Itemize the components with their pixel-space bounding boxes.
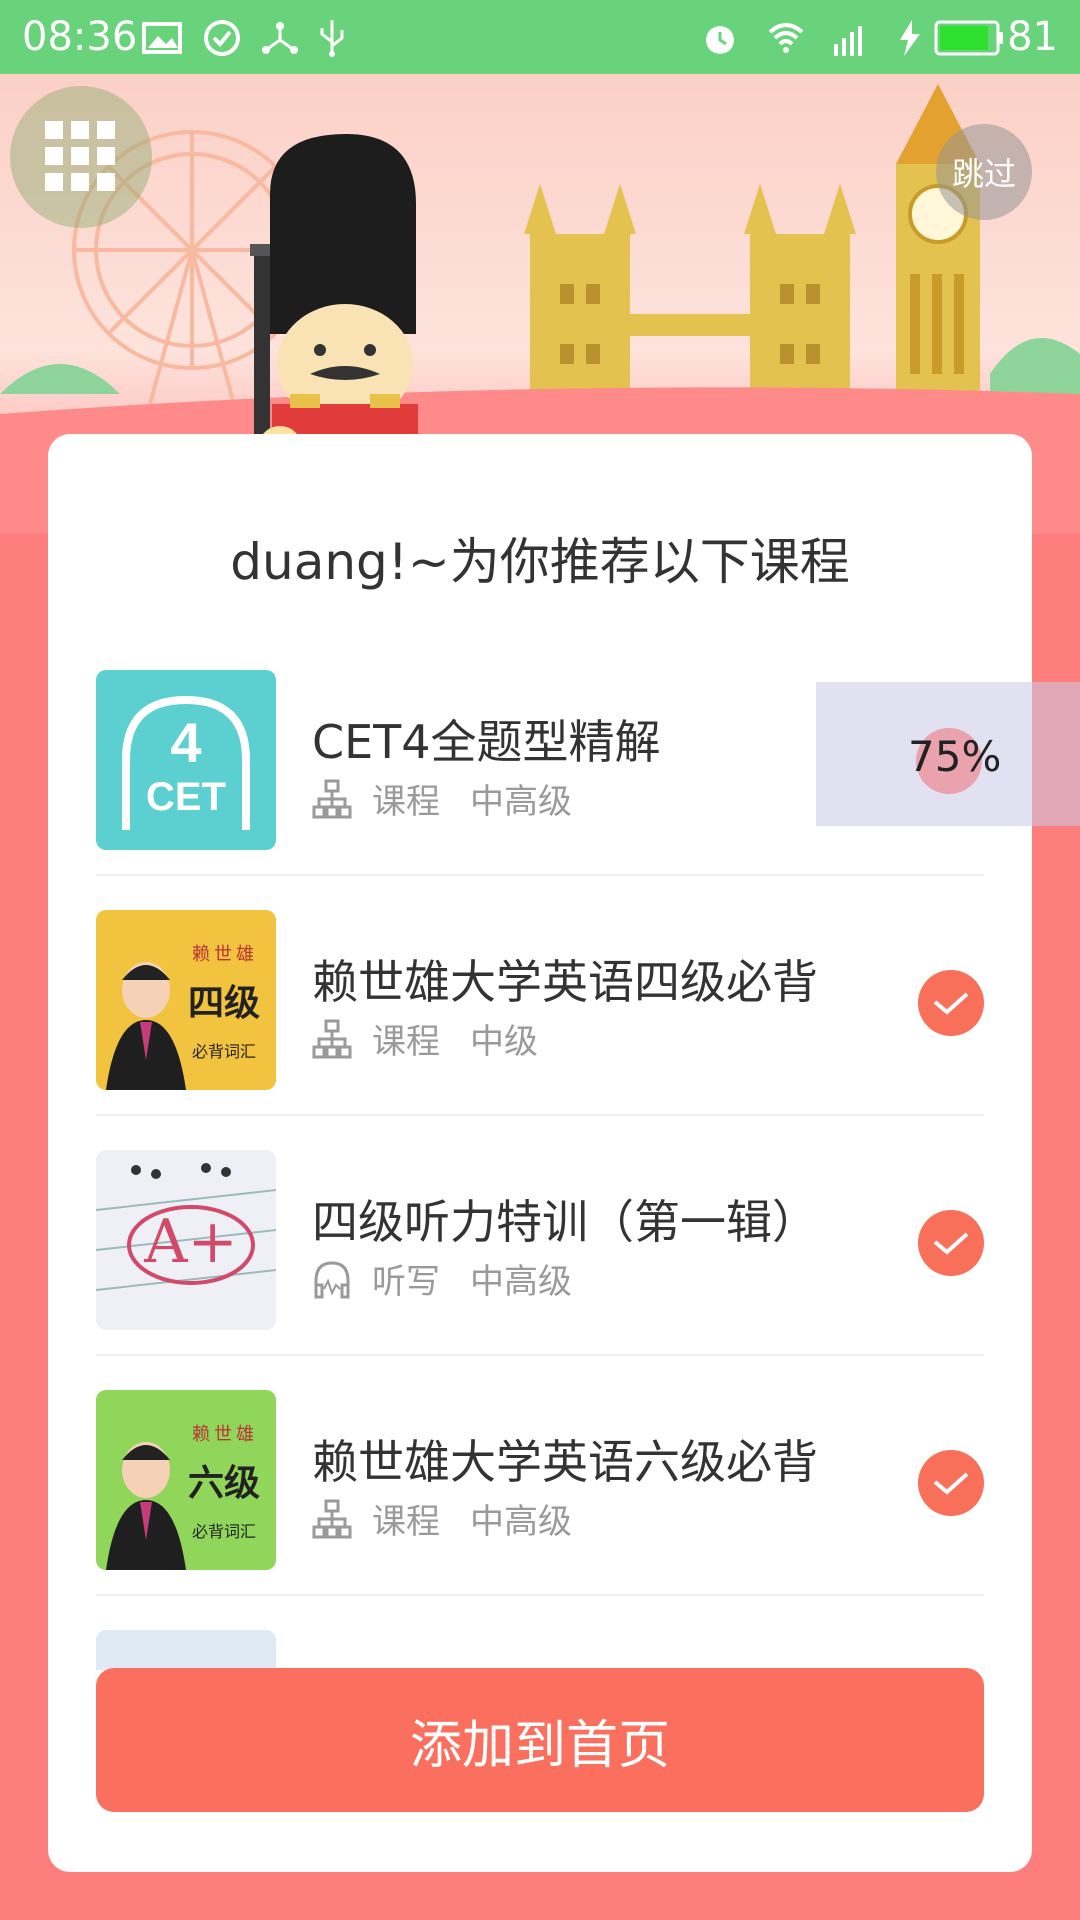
skip-label: 跳过 xyxy=(951,155,1016,193)
cet4-badge-icon: 4 CET xyxy=(122,695,250,830)
course-thumbnail-partial xyxy=(96,1630,276,1670)
select-checkbox[interactable] xyxy=(918,970,984,1036)
course-meta: 课程 中高级 xyxy=(312,1494,572,1543)
svg-text:A+: A+ xyxy=(143,1207,238,1277)
thumb-grade: 六级 xyxy=(188,1463,261,1504)
alarm-icon xyxy=(706,26,734,54)
progress-overlay: 75% xyxy=(816,682,1080,826)
select-checkbox[interactable] xyxy=(918,1450,984,1516)
course-thumbnail: 4 CET xyxy=(96,670,276,850)
signal-4g-icon xyxy=(834,26,862,56)
share-icon xyxy=(262,22,298,54)
skip-button[interactable]: 跳过 xyxy=(936,124,1032,220)
course-meta: 听写 中高级 xyxy=(312,1254,572,1303)
wifi-icon xyxy=(768,23,804,53)
answer-sheet-icon: A+ xyxy=(96,1163,276,1291)
check-icon xyxy=(933,992,969,1015)
course-name: CET4全题型精解 xyxy=(312,715,661,769)
course-type: 课程 xyxy=(372,782,440,822)
thumb-grade: 四级 xyxy=(188,983,261,1024)
course-level: 中高级 xyxy=(470,1262,572,1302)
course-type: 课程 xyxy=(372,1502,440,1542)
course-thumbnail: 赖世雄 六级 必背词汇 xyxy=(96,1390,276,1570)
check-circle-icon xyxy=(204,20,240,56)
battery-percent: 81 xyxy=(1007,14,1058,60)
hierarchy-icon xyxy=(312,1499,352,1538)
course-level: 中高级 xyxy=(470,1502,572,1542)
hierarchy-icon xyxy=(312,1019,352,1058)
course-type: 听写 xyxy=(372,1262,440,1302)
course-name: 赖世雄大学英语四级必背 xyxy=(312,955,818,1009)
list-item[interactable]: 赖世雄 六级 必背词汇 赖世雄大学英语六级必背 课程 中高级 xyxy=(96,1354,984,1596)
card-title: duang!~为你推荐以下课程 xyxy=(230,533,850,591)
recommendation-card: duang!~为你推荐以下课程 4 CET CET4全题型精解 课程 中高级 赖 xyxy=(48,434,1032,1872)
grid-icon xyxy=(45,121,115,191)
course-meta: 课程 中级 xyxy=(312,1014,538,1063)
list-item[interactable]: A+ 四级听力特训（第一辑） 听写 中高级 xyxy=(96,1114,984,1356)
course-name: 赖世雄大学英语六级必背 xyxy=(312,1435,818,1489)
list-item[interactable]: 赖世雄 四级 必背词汇 赖世雄大学英语四级必背 课程 中级 xyxy=(96,874,984,1116)
add-to-home-label: 添加到首页 xyxy=(409,1715,670,1776)
svg-text:CET: CET xyxy=(146,775,226,819)
usb-icon xyxy=(320,20,344,57)
battery-icon xyxy=(934,20,1003,56)
status-time: 08:36 xyxy=(22,14,138,60)
thumb-subtitle: 必背词汇 xyxy=(192,1042,257,1061)
check-icon xyxy=(933,1232,969,1255)
progress-percent: 75% xyxy=(908,732,1002,781)
course-thumbnail: A+ xyxy=(96,1150,276,1330)
status-bar: 08:36 81 xyxy=(0,0,1080,74)
hierarchy-icon xyxy=(312,779,352,818)
add-to-home-button[interactable]: 添加到首页 xyxy=(96,1668,984,1812)
menu-grid-button[interactable] xyxy=(10,86,152,228)
image-icon xyxy=(142,22,182,54)
course-name: 四级听力特训（第一辑） xyxy=(312,1195,818,1249)
course-level: 中高级 xyxy=(470,782,572,822)
charging-icon xyxy=(900,20,920,56)
course-level: 中级 xyxy=(470,1022,538,1062)
thumb-author: 赖世雄 xyxy=(192,944,258,965)
select-checkbox[interactable] xyxy=(918,1210,984,1276)
check-icon xyxy=(933,1472,969,1495)
thumb-author: 赖世雄 xyxy=(192,1424,258,1445)
thumb-subtitle: 必背词汇 xyxy=(192,1522,257,1541)
headphones-icon xyxy=(314,1260,350,1298)
course-thumbnail: 赖世雄 四级 必背词汇 xyxy=(96,910,276,1090)
course-type: 课程 xyxy=(372,1022,440,1062)
svg-text:4: 4 xyxy=(170,711,201,774)
course-meta: 课程 中高级 xyxy=(312,774,572,823)
